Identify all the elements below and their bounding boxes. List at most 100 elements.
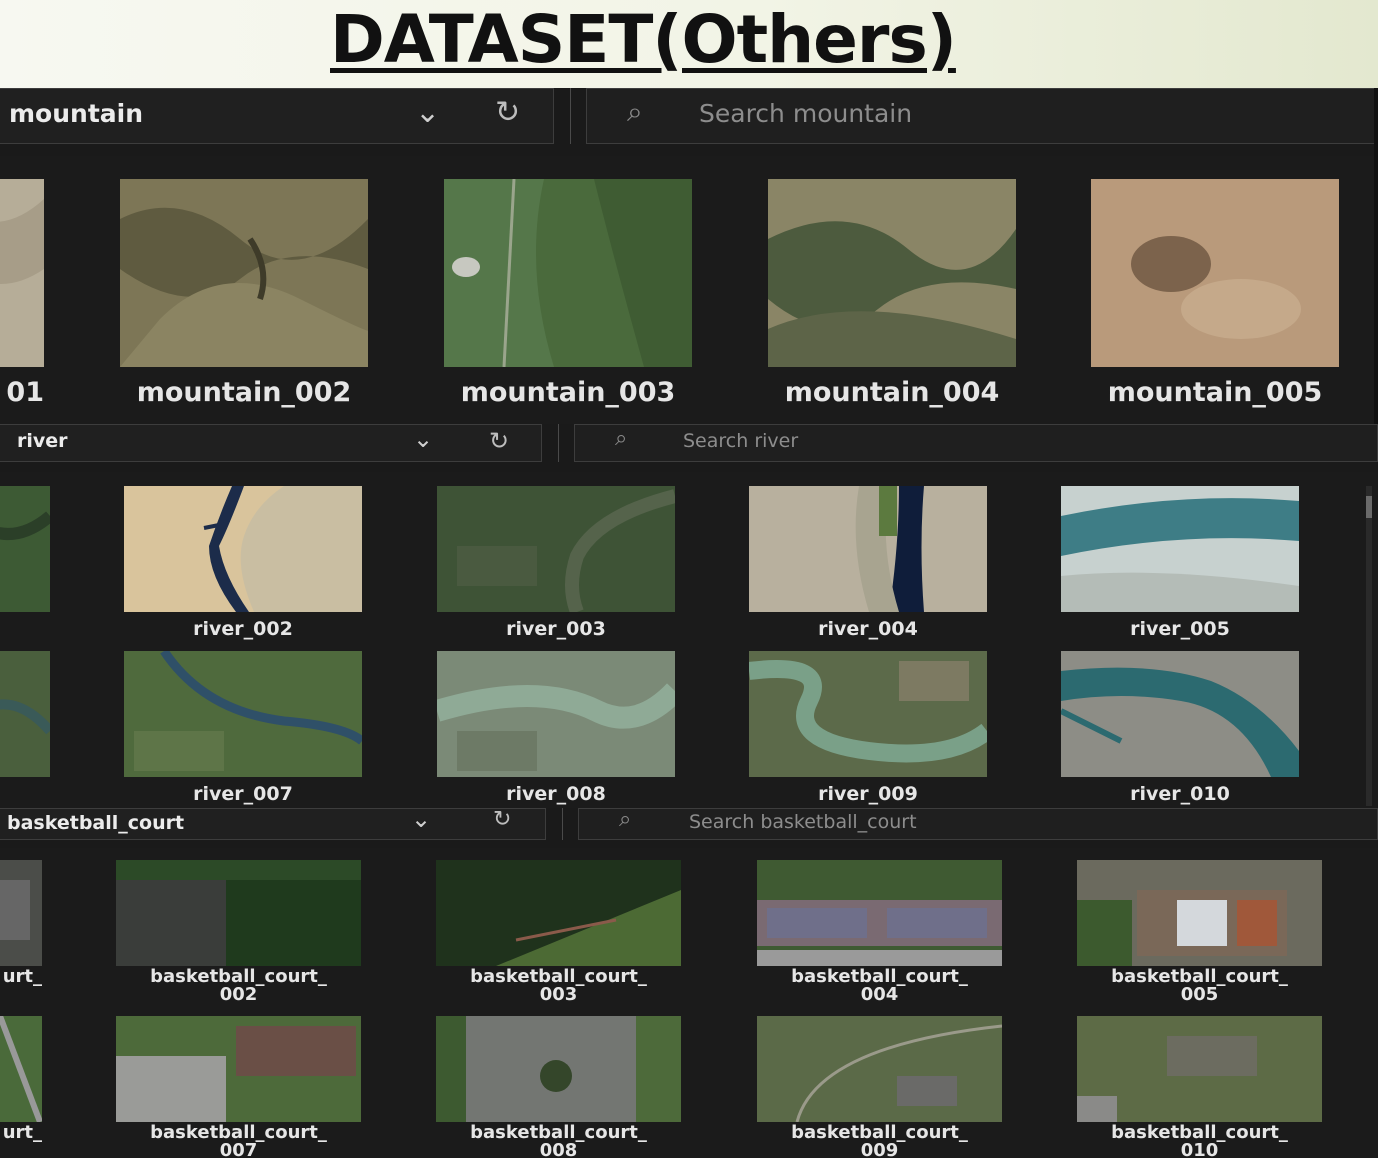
thumbnail-tile[interactable]: river_007 xyxy=(124,651,362,805)
thumbnail-label: river_010 xyxy=(1130,783,1230,805)
toolbar-divider xyxy=(570,88,571,144)
thumbnail-image xyxy=(437,651,675,777)
thumbnail-label: river_008 xyxy=(506,783,606,805)
thumbnail-tile[interactable]: river_002 xyxy=(124,486,362,640)
thumbnail-image xyxy=(1091,179,1339,367)
thumbnail-tile[interactable]: river_003 xyxy=(437,486,675,640)
chevron-down-icon[interactable]: ⌄ xyxy=(411,808,431,833)
thumbnail-label: river_009 xyxy=(818,783,918,805)
thumbnail-label: river_003 xyxy=(506,618,606,640)
thumbnail-label: mountain_002 xyxy=(136,377,352,408)
river-panel: river ⌄ ↻ ⌕ Search river river_002 river… xyxy=(0,424,1378,810)
thumbnail-tile[interactable]: basketball_court_ 008 xyxy=(436,1016,681,1158)
thumbnail-label: mountain_005 xyxy=(1107,377,1323,408)
scrollbar-thumb[interactable] xyxy=(1366,496,1372,518)
thumbnail-label: mountain_004 xyxy=(784,377,1000,408)
thumbnail-image xyxy=(768,179,1016,367)
category-dropdown[interactable]: river ⌄ ↻ xyxy=(0,424,542,462)
thumbnail-label-line2: 004 xyxy=(860,984,899,1005)
thumbnail-image xyxy=(116,1016,361,1122)
thumbnail-tile[interactable]: river_005 xyxy=(1061,486,1299,640)
thumbnail-image xyxy=(0,651,50,777)
thumbnail-image xyxy=(120,179,368,367)
category-dropdown[interactable]: mountain ⌄ ↻ xyxy=(0,88,554,144)
panel-edge xyxy=(1374,88,1378,426)
thumbnail-tile[interactable]: mountain_004 xyxy=(768,179,1016,409)
search-input[interactable]: ⌕ Search mountain xyxy=(586,88,1378,144)
slide-title: DATASET(Others) xyxy=(330,1,957,78)
search-placeholder: Search basketball_court xyxy=(689,811,917,833)
category-dropdown-value: basketball_court xyxy=(7,812,185,834)
thumbnail-tile[interactable]: river_008 xyxy=(437,651,675,805)
thumbnail-image xyxy=(749,651,987,777)
thumbnail-label: 01 xyxy=(6,377,44,408)
search-input[interactable]: ⌕ Search river xyxy=(574,424,1378,462)
thumbnail-image xyxy=(757,1016,1002,1122)
vertical-scrollbar[interactable] xyxy=(1366,486,1372,806)
thumbnail-image xyxy=(444,179,692,367)
thumbnail-image xyxy=(437,486,675,612)
thumbnail-image xyxy=(436,860,681,966)
thumbnail-image xyxy=(1061,486,1299,612)
category-dropdown-value: river xyxy=(17,430,68,452)
thumbnail-image xyxy=(0,179,44,367)
thumbnail-label: river_005 xyxy=(1130,618,1230,640)
thumbnail-label: urt_ xyxy=(2,1122,42,1143)
search-icon: ⌕ xyxy=(627,95,643,128)
thumbnail-label-line2: 007 xyxy=(219,1140,258,1158)
thumbnail-tile[interactable]: basketball_court_ 009 xyxy=(757,1016,1002,1158)
thumbnail-label-line2: 010 xyxy=(1180,1140,1219,1158)
thumbnail-image xyxy=(116,860,361,966)
refresh-icon[interactable]: ↻ xyxy=(493,808,511,832)
thumbnail-label-line2: 005 xyxy=(1180,984,1219,1005)
thumbnail-tile[interactable]: mountain_003 xyxy=(444,179,692,409)
thumbnail-image xyxy=(757,860,1002,966)
basketball-court-panel: basketball_court ⌄ ↻ ⌕ Search basketball… xyxy=(0,808,1378,1158)
thumbnail-tile[interactable]: basketball_court_ 003 xyxy=(436,860,681,1010)
thumbnail-tile[interactable]: basketball_court_ 002 xyxy=(116,860,361,1010)
thumbnail-label-line2: 003 xyxy=(539,984,578,1005)
thumbnail-image xyxy=(124,486,362,612)
chevron-down-icon[interactable]: ⌄ xyxy=(413,425,433,453)
title-banner: DATASET(Others) xyxy=(0,0,1378,88)
thumbnail-label-line2: 002 xyxy=(219,984,258,1005)
thumbnail-image xyxy=(0,1016,42,1122)
thumbnail-tile[interactable]: urt_ xyxy=(0,1016,42,1158)
thumbnail-tile[interactable]: mountain_005 xyxy=(1091,179,1339,409)
mountain-toolbar: mountain ⌄ ↻ ⌕ Search mountain xyxy=(0,88,1378,156)
search-placeholder: Search river xyxy=(683,430,799,452)
thumbnail-image xyxy=(1061,651,1299,777)
search-icon: ⌕ xyxy=(615,426,628,451)
thumbnail-tile[interactable]: river_010 xyxy=(1061,651,1299,805)
chevron-down-icon[interactable]: ⌄ xyxy=(415,95,440,130)
thumbnail-image xyxy=(124,651,362,777)
search-placeholder: Search mountain xyxy=(699,99,913,128)
mountain-panel: mountain ⌄ ↻ ⌕ Search mountain 01 mounta… xyxy=(0,88,1378,426)
thumbnail-label: river_004 xyxy=(818,618,918,640)
thumbnail-tile[interactable]: basketball_court_ 010 xyxy=(1077,1016,1322,1158)
refresh-icon[interactable]: ↻ xyxy=(495,95,520,130)
thumbnail-image xyxy=(0,486,50,612)
thumbnail-tile[interactable]: basketball_court_ 004 xyxy=(757,860,1002,1010)
thumbnail-tile[interactable]: mountain_002 xyxy=(120,179,368,409)
thumbnail-label: mountain_003 xyxy=(460,377,676,408)
thumbnail-tile[interactable]: urt_ xyxy=(0,860,42,1010)
search-icon: ⌕ xyxy=(619,808,632,832)
refresh-icon[interactable]: ↻ xyxy=(489,427,509,455)
thumbnail-tile[interactable]: basketball_court_ 005 xyxy=(1077,860,1322,1010)
category-dropdown[interactable]: basketball_court ⌄ ↻ xyxy=(0,808,546,840)
thumbnail-image xyxy=(1077,860,1322,966)
thumbnail-label: river_002 xyxy=(193,618,293,640)
toolbar-divider xyxy=(562,808,563,840)
thumbnail-label: urt_ xyxy=(2,966,42,987)
thumbnail-tile[interactable]: 01 xyxy=(0,179,44,408)
thumbnail-tile[interactable]: river_009 xyxy=(749,651,987,805)
thumbnail-tile[interactable]: river_004 xyxy=(749,486,987,640)
thumbnail-image xyxy=(436,1016,681,1122)
search-input[interactable]: ⌕ Search basketball_court xyxy=(578,808,1378,840)
category-dropdown-value: mountain xyxy=(9,99,144,128)
thumbnail-tile[interactable] xyxy=(0,486,50,636)
thumbnail-tile[interactable]: basketball_court_ 007 xyxy=(116,1016,361,1158)
thumbnail-tile[interactable] xyxy=(0,651,50,801)
thumbnail-image xyxy=(749,486,987,612)
